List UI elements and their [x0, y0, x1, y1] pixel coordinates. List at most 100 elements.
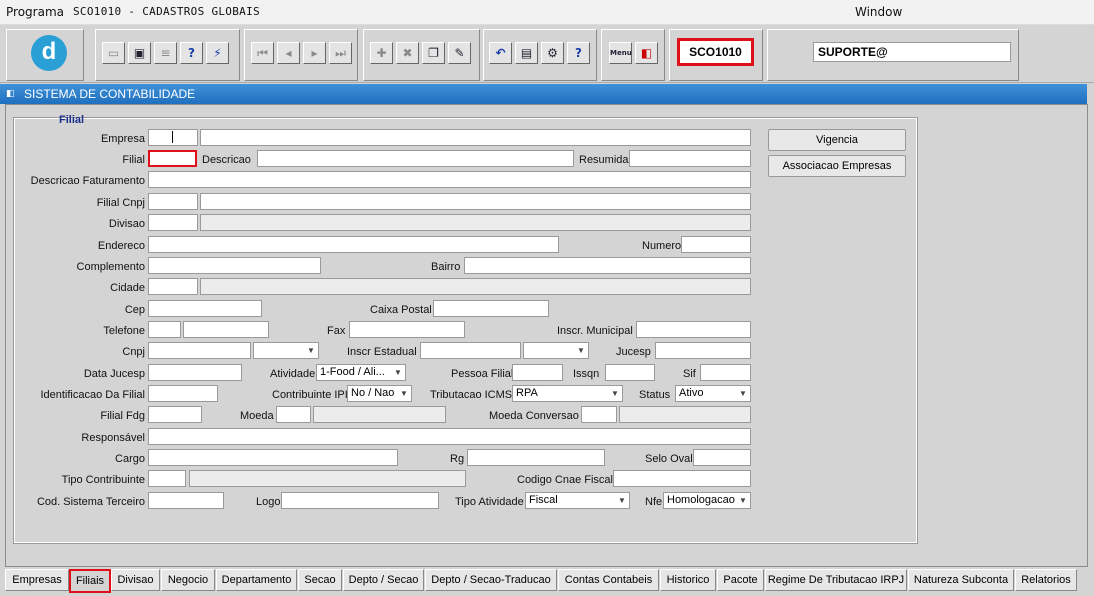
menu-icon[interactable]: Menu — [609, 42, 632, 64]
label-filial-cnpj: Filial Cnpj — [96, 197, 145, 209]
label-bairro: Bairro — [431, 261, 461, 273]
chevron-down-icon: ▼ — [618, 496, 626, 505]
label-filial: Filial — [122, 154, 145, 166]
descricao-input[interactable] — [257, 150, 574, 167]
responsavel-input[interactable] — [148, 428, 751, 445]
codigo-cnae-fiscal-input[interactable] — [613, 470, 751, 487]
tab-divisao[interactable]: Divisao — [111, 569, 160, 591]
chevron-down-icon: ▼ — [739, 389, 747, 398]
tab-contas-contabeis[interactable]: Contas Contabeis — [558, 569, 659, 591]
user-field: SUPORTE@ — [813, 42, 1011, 62]
moeda-code-input[interactable] — [276, 406, 311, 423]
tab-depto-secao[interactable]: Depto / Secao — [343, 569, 424, 591]
first-record-icon[interactable]: ⏮ — [251, 42, 274, 64]
chevron-down-icon: ▼ — [400, 389, 408, 398]
cargo-input[interactable] — [148, 449, 398, 466]
inscr-municipal-input[interactable] — [636, 321, 751, 338]
bairro-input[interactable] — [464, 257, 751, 274]
enter-query-icon[interactable]: ? — [180, 42, 203, 64]
complemento-input[interactable] — [148, 257, 321, 274]
tab-empresas[interactable]: Empresas — [5, 569, 69, 591]
endereco-input[interactable] — [148, 236, 559, 253]
data-jucesp-input[interactable] — [148, 364, 242, 381]
filial-code-input[interactable] — [148, 150, 197, 167]
tab-depto-secao-traducao[interactable]: Depto / Secao-Traducao — [425, 569, 557, 591]
menu-window[interactable]: Window — [855, 5, 902, 19]
associacao-empresas-button[interactable]: Associacao Empresas — [768, 155, 906, 177]
clear-form-icon[interactable]: ▣ — [128, 42, 151, 64]
tab-regime-tributacao-irpj[interactable]: Regime De Tributacao IRPJ — [765, 569, 907, 591]
resumida-input[interactable] — [629, 150, 751, 167]
fax-input[interactable] — [349, 321, 465, 338]
cod-sistema-terceiro-input[interactable] — [148, 492, 224, 509]
selo-oval-input[interactable] — [693, 449, 751, 466]
issqn-input[interactable] — [605, 364, 655, 381]
empresa-name-input[interactable] — [200, 129, 751, 146]
filial-fdg-input[interactable] — [148, 406, 202, 423]
exit-icon[interactable]: ◧ — [635, 42, 658, 64]
cep-input[interactable] — [148, 300, 262, 317]
tab-natureza-subconta[interactable]: Natureza Subconta — [908, 569, 1014, 591]
delete-record-icon[interactable]: ✖ — [396, 42, 419, 64]
edit-icon[interactable]: ✎ — [448, 42, 471, 64]
empresa-code-input[interactable] — [148, 129, 198, 146]
help-icon[interactable]: ? — [567, 42, 590, 64]
jucesp-input[interactable] — [655, 342, 751, 359]
status-select[interactable]: Ativo ▼ — [675, 385, 751, 402]
filial-cnpj-code-input[interactable] — [148, 193, 198, 210]
last-record-icon[interactable]: ⏭ — [329, 42, 352, 64]
cidade-code-input[interactable] — [148, 278, 198, 295]
cnpj-dropdown[interactable]: ▼ — [253, 342, 319, 359]
tributacao-icms-select[interactable]: RPA ▼ — [512, 385, 623, 402]
label-identificacao-filial: Identificacao Da Filial — [40, 389, 145, 401]
tab-filiais[interactable]: Filiais — [69, 569, 111, 593]
rg-input[interactable] — [467, 449, 605, 466]
app-logo: d — [31, 35, 67, 71]
system-title: SISTEMA DE CONTABILIDADE — [24, 87, 196, 101]
nfe-value: Homologacao — [667, 494, 735, 506]
print-icon[interactable]: ≡ — [154, 42, 177, 64]
divisao-code-input[interactable] — [148, 214, 198, 231]
label-selo-oval: Selo Oval — [645, 453, 693, 465]
atividade-select[interactable]: 1-Food / Ali... ▼ — [316, 364, 406, 381]
next-record-icon[interactable]: ▸ — [303, 42, 326, 64]
menu-programa[interactable]: Programa — [6, 5, 64, 19]
undo-icon[interactable]: ↶ — [489, 42, 512, 64]
telefone-input[interactable] — [183, 321, 269, 338]
tipo-atividade-select[interactable]: Fiscal ▼ — [525, 492, 630, 509]
label-tributacao-icms: Tributacao ICMS — [430, 389, 513, 401]
numero-input[interactable] — [681, 236, 751, 253]
inscr-estadual-dropdown[interactable]: ▼ — [523, 342, 589, 359]
cnpj-input[interactable] — [148, 342, 251, 359]
label-cidade: Cidade — [110, 282, 145, 294]
identificacao-filial-input[interactable] — [148, 385, 218, 402]
execute-query-icon[interactable]: ⚡ — [206, 42, 229, 64]
contribuinte-ipi-select[interactable]: No / Nao ▼ — [347, 385, 412, 402]
tools-icon[interactable]: ⚙ — [541, 42, 564, 64]
tab-secao[interactable]: Secao — [298, 569, 342, 591]
program-title: SCO1010 - CADASTROS GLOBAIS — [73, 5, 260, 18]
previous-record-icon[interactable]: ◂ — [277, 42, 300, 64]
nfe-select[interactable]: Homologacao ▼ — [663, 492, 751, 509]
tab-departamento[interactable]: Departamento — [216, 569, 297, 591]
tab-historico[interactable]: Historico — [660, 569, 716, 591]
moeda-conversao-code-input[interactable] — [581, 406, 617, 423]
tab-negocio[interactable]: Negocio — [161, 569, 215, 591]
save-icon[interactable]: ▭ — [102, 42, 125, 64]
tab-relatorios[interactable]: Relatorios — [1015, 569, 1077, 591]
inscr-estadual-input[interactable] — [420, 342, 521, 359]
tab-pacote[interactable]: Pacote — [717, 569, 764, 591]
sif-input[interactable] — [700, 364, 751, 381]
telefone-ddd-input[interactable] — [148, 321, 181, 338]
tipo-contribuinte-code-input[interactable] — [148, 470, 186, 487]
list-values-icon[interactable]: ▤ — [515, 42, 538, 64]
insert-record-icon[interactable]: ✚ — [370, 42, 393, 64]
filial-cnpj-name-input[interactable] — [200, 193, 751, 210]
descricao-faturamento-input[interactable] — [148, 171, 751, 188]
duplicate-record-icon[interactable]: ❐ — [422, 42, 445, 64]
label-resumida: Resumida — [579, 154, 629, 166]
caixa-postal-input[interactable] — [433, 300, 549, 317]
logo-input[interactable] — [281, 492, 439, 509]
pessoa-filial-input[interactable] — [512, 364, 563, 381]
vigencia-button[interactable]: Vigencia — [768, 129, 906, 151]
